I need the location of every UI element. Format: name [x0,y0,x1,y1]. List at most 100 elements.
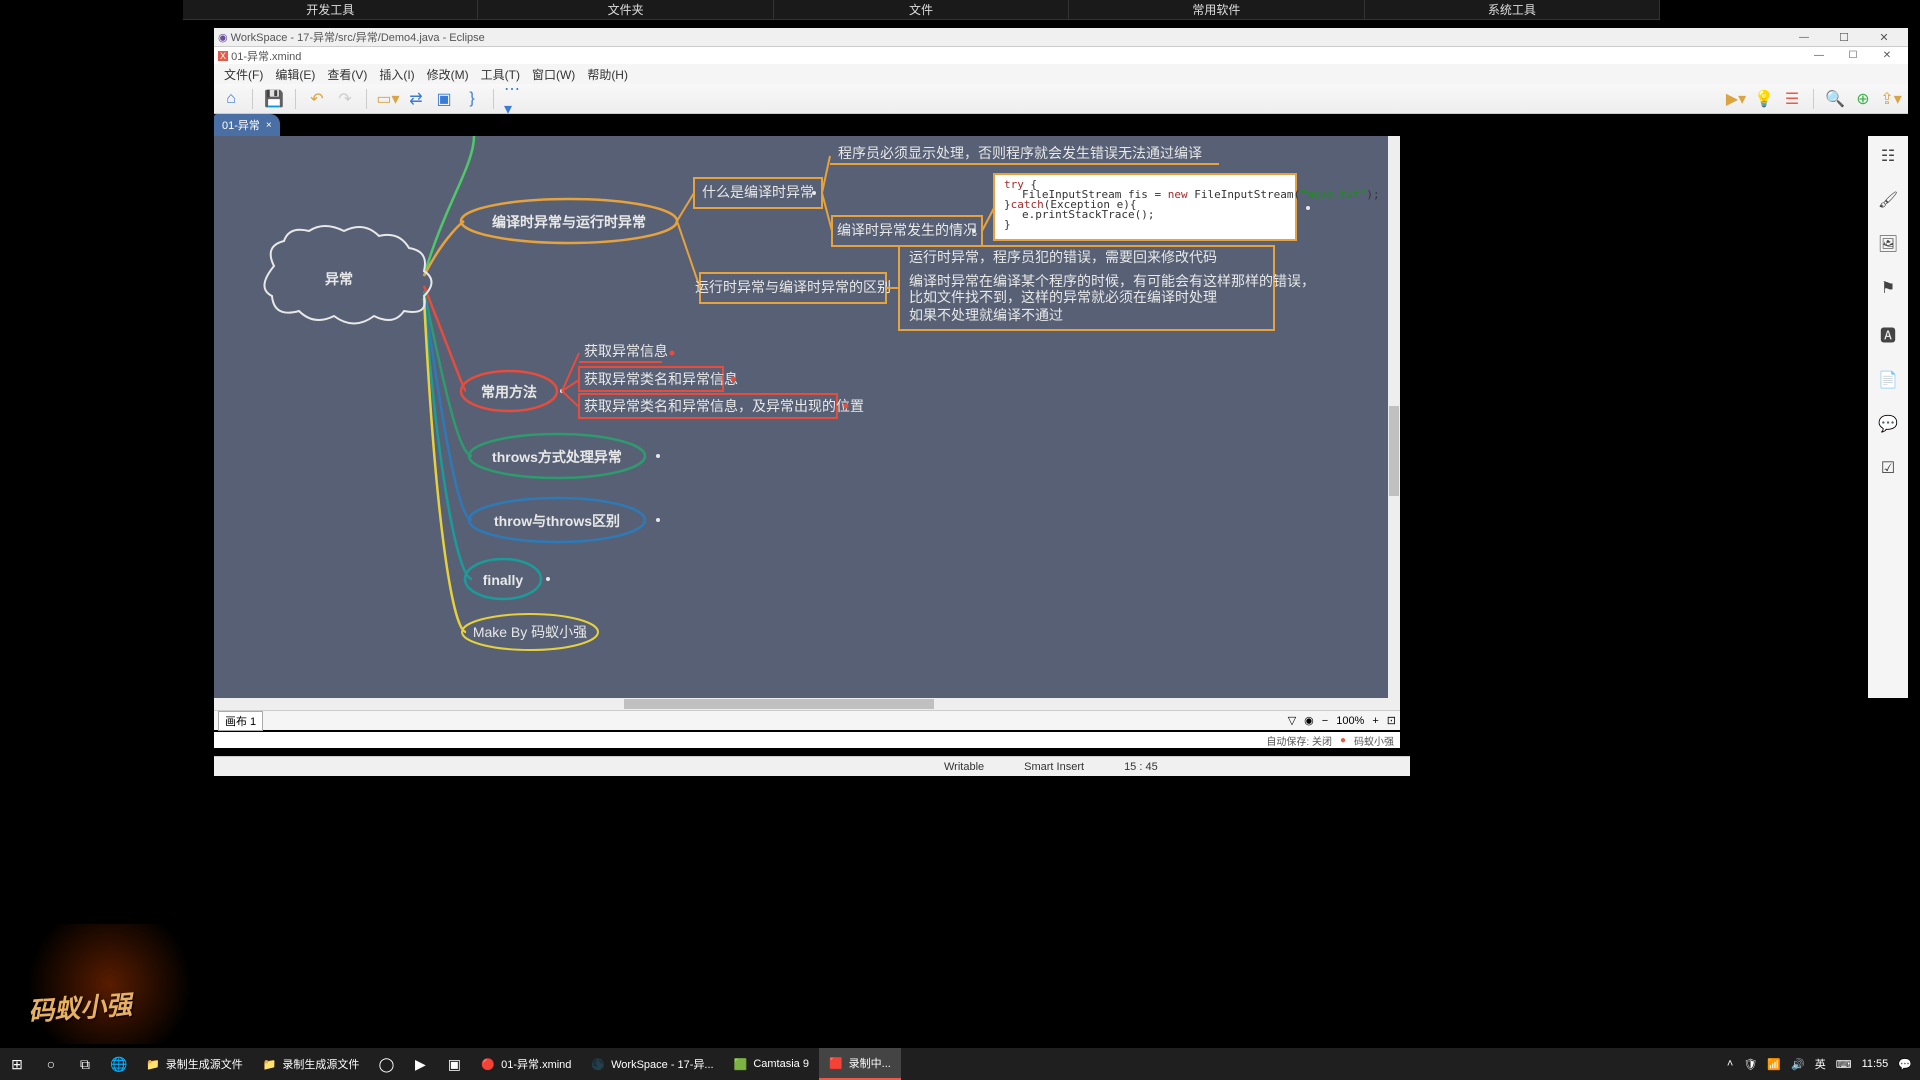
node-author: Make By 码蚁小强 [473,624,587,640]
zoom-in-icon[interactable]: + [1372,715,1378,727]
windows-taskbar: ⊞ ○ ⧉ 🌐 📁录制生成源文件 📁录制生成源文件 ◯ ▶ ▣ 🔴01-异常.x… [0,1048,1920,1080]
menu-file[interactable]: 文件(F) [218,64,269,84]
desktop-tab[interactable]: 开发工具 [183,0,478,19]
minimize-button[interactable]: — [1784,32,1824,43]
boundary-icon[interactable]: ▣ [433,88,455,110]
task-item[interactable]: 📁录制生成源文件 [253,1048,370,1080]
comment-icon[interactable]: 💬 [1878,414,1898,434]
structure-icon[interactable]: ☷ [1881,146,1895,166]
app-icon[interactable]: ▶ [403,1056,437,1073]
cortana-icon[interactable]: ○ [34,1056,68,1072]
browser-icon[interactable]: ◯ [369,1056,403,1073]
tray-keyboard-icon[interactable]: ⌨ [1836,1058,1852,1071]
fit-icon[interactable]: ⊡ [1387,714,1396,727]
tray-shield-icon[interactable]: 🛡 [1743,1058,1757,1071]
image-icon[interactable]: 🖼 [1878,234,1898,254]
eclipse-title-bar: ◉ WorkSpace - 17-异常/src/异常/Demo4.java - … [214,28,1908,46]
horizontal-scrollbar[interactable] [214,698,1400,710]
minimize-button[interactable]: — [1802,50,1836,61]
tab-close-icon[interactable]: × [266,120,272,131]
filter-icon[interactable]: ▽ [1288,714,1296,727]
label-icon[interactable]: 🅰 [1880,322,1896,346]
node-diff-1: 运行时异常，程序员犯的错误，需要回来修改代码 [909,249,1217,265]
summary-icon[interactable]: } [461,88,483,110]
mindmap-canvas[interactable]: 异常 编译时异常与运行时异常 什么是编译时异常 程序员必须显示处理，否则程序就会… [214,136,1400,698]
relation-icon[interactable]: ⇄ [405,88,427,110]
desktop-tab[interactable]: 常用软件 [1069,0,1364,19]
xmind-icon: X [218,51,228,61]
new-sheet-icon[interactable]: ▭▾ [377,88,399,110]
vertical-scrollbar[interactable] [1388,136,1400,698]
menu-edit[interactable]: 编辑(E) [269,64,321,84]
task-item[interactable]: 📁录制生成源文件 [136,1048,253,1080]
task-item-recording[interactable]: 🟥录制中... [819,1048,901,1080]
redo-icon[interactable]: ↷ [334,88,356,110]
main-toolbar: ⌂ 💾 ↶ ↷ ▭▾ ⇄ ▣ } ⋯▾ ▶▾ 💡 ☰ 🔍 ⊕ ⇪▾ [214,84,1908,114]
maximize-button[interactable]: ☐ [1824,31,1864,44]
style-icon[interactable]: 🖌 [1878,190,1898,210]
tab-strip: 01-异常 × [214,114,280,136]
close-button[interactable]: ✕ [1864,31,1904,44]
desktop-tab[interactable]: 文件夹 [478,0,773,19]
tray-volume-icon[interactable]: 🔊 [1791,1058,1805,1071]
desktop-tabs: 开发工具 文件夹 文件 常用软件 系统工具 [183,0,1660,20]
desktop-tab[interactable]: 系统工具 [1365,0,1660,19]
overview-icon[interactable]: ◉ [1304,714,1314,727]
tray-chevron-icon[interactable]: ˄ [1727,1058,1733,1070]
desktop-tab[interactable]: 文件 [774,0,1069,19]
node-diff-4: 如果不处理就编译不通过 [909,307,1063,323]
task-item-xmind[interactable]: 🔴01-异常.xmind [471,1048,581,1080]
status-writable: Writable [944,761,984,773]
autosave-author: 码蚁小强 [1354,733,1394,748]
menu-help[interactable]: 帮助(H) [581,64,634,84]
maximize-button[interactable]: ☐ [1836,50,1870,61]
menu-view[interactable]: 查看(V) [321,64,373,84]
task-item-camtasia[interactable]: 🟩Camtasia 9 [724,1048,819,1080]
system-tray[interactable]: ˄ 🛡 📶 🔊 英 ⌨ 11:55 💬 [1727,1056,1920,1072]
document-tab[interactable]: 01-异常 × [214,114,280,136]
node-m2: 获取异常类名和异常信息 [584,371,738,387]
xmind-title-bar: X 01-异常.xmind — ☐ ✕ [214,46,1908,64]
zoom-out-icon[interactable]: − [1322,715,1328,727]
notes-icon[interactable]: 📄 [1878,370,1898,390]
home-icon[interactable]: ⌂ [220,88,242,110]
menu-bar: 文件(F) 编辑(E) 查看(V) 插入(I) 修改(M) 工具(T) 窗口(W… [214,64,1908,84]
task-view-icon[interactable]: ⧉ [68,1056,102,1073]
node-compile-runtime: 编译时异常与运行时异常 [492,214,646,230]
chrome-icon[interactable]: 🌐 [102,1056,136,1073]
tray-ime[interactable]: 英 [1815,1056,1826,1072]
node-methods: 常用方法 [481,384,537,400]
start-button[interactable]: ⊞ [0,1056,34,1073]
node-m3: 获取异常类名和异常信息，及异常出现的位置 [584,398,864,414]
tray-notifications-icon[interactable]: 💬 [1898,1058,1912,1071]
code-line: e.printStackTrace(); [1022,208,1154,221]
marker-icon[interactable]: ⚑ [1881,278,1895,298]
menu-insert[interactable]: 插入(I) [373,64,420,84]
task-icon[interactable]: ☑ [1881,458,1895,478]
menu-modify[interactable]: 修改(M) [421,64,475,84]
share-icon[interactable]: ⊕ [1852,88,1874,110]
more-icon[interactable]: ⋯▾ [504,88,526,110]
watermark-logo: 码蚁小强 [27,984,133,1028]
status-insert: Smart Insert [1024,761,1084,773]
tray-network-icon[interactable]: 📶 [1767,1058,1781,1071]
menu-window[interactable]: 窗口(W) [526,64,581,84]
export-icon[interactable]: ⇪▾ [1880,88,1902,110]
save-icon[interactable]: 💾 [263,88,285,110]
node-when-compile: 编译时异常发生的情况 [837,222,977,238]
tray-clock[interactable]: 11:55 [1862,1058,1889,1070]
search-icon[interactable]: 🔍 [1824,88,1846,110]
eclipse-status-bar: Writable Smart Insert 15 : 45 [214,756,1410,776]
task-item-eclipse[interactable]: 🌑WorkSpace - 17-异... [581,1048,723,1080]
app-icon[interactable]: ▣ [437,1056,471,1073]
idea-icon[interactable]: 💡 [1753,88,1775,110]
present-icon[interactable]: ▶▾ [1725,88,1747,110]
autosave-bar: 自动保存: 关闭 ● 码蚁小强 [214,732,1400,748]
canvas-footer: 画布 1 ▽ ◉ − 100% + ⊡ [214,710,1400,730]
sheet-tab[interactable]: 画布 1 [218,711,263,731]
node-diff-2: 编译时异常在编译某个程序的时候，有可能会有这样那样的错误， [909,273,1315,289]
gantt-icon[interactable]: ☰ [1781,88,1803,110]
close-button[interactable]: ✕ [1870,50,1904,61]
tab-label: 01-异常 [222,117,260,133]
undo-icon[interactable]: ↶ [306,88,328,110]
